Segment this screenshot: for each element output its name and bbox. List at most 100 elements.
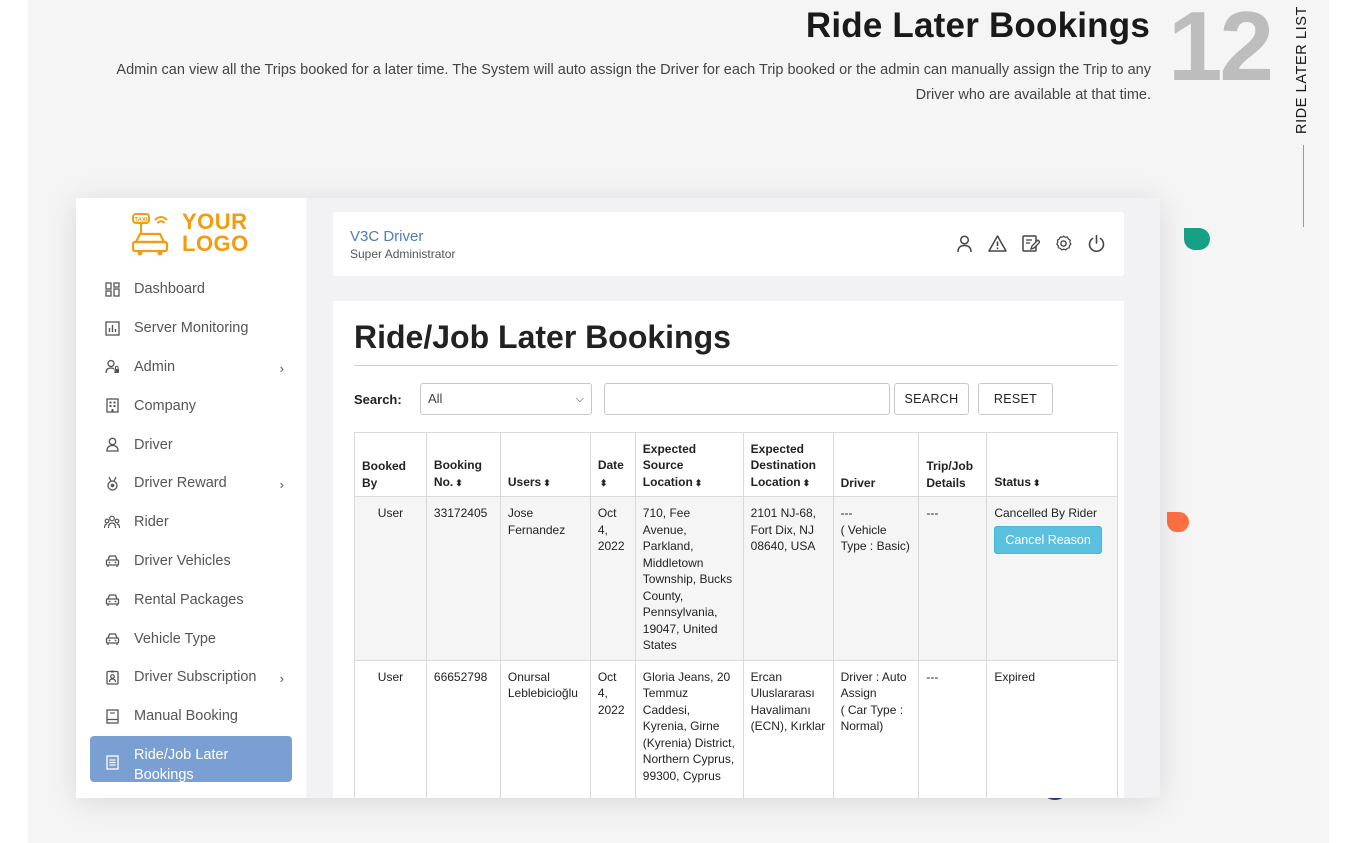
sidebar-item-ride-later-bookings[interactable]: Ride/Job Later Bookings bbox=[90, 735, 292, 783]
status-text: Expired bbox=[994, 669, 1035, 684]
medal-icon bbox=[104, 475, 120, 491]
cell-user: Jose Fernandez bbox=[499, 496, 591, 661]
cell-source: 710, Fee Avenue, Parkland, Middletown To… bbox=[634, 496, 744, 661]
sidebar-item-label: Driver Vehicles bbox=[134, 552, 231, 569]
sidebar-item-rider[interactable]: Rider bbox=[90, 503, 292, 542]
col-header-trip-details: Trip/Job Details bbox=[918, 432, 988, 497]
building-icon bbox=[104, 398, 120, 414]
sort-icon[interactable]: ⬍ bbox=[600, 478, 608, 488]
sidebar-item-label: Rental Packages bbox=[134, 591, 244, 608]
main-content: Ride/Job Later Bookings Search: All ⌵ SE… bbox=[333, 301, 1124, 798]
sidebar-item-rental-packages[interactable]: Rental Packages bbox=[90, 580, 292, 619]
col-header-users[interactable]: Users ⬍ bbox=[499, 432, 591, 497]
users-icon bbox=[104, 514, 120, 530]
col-header-date[interactable]: Date ⬍ bbox=[589, 432, 636, 497]
top-header: V3C Driver Super Administrator bbox=[333, 212, 1124, 276]
col-header-booked-by: Booked By bbox=[354, 432, 427, 497]
cell-status: Expired bbox=[986, 659, 1118, 798]
dashboard-icon bbox=[104, 281, 120, 297]
search-button[interactable]: SEARCH bbox=[894, 383, 969, 415]
side-divider bbox=[1303, 145, 1304, 227]
cell-booked-by: User bbox=[354, 659, 427, 798]
cell-date: Oct 4, 2022 bbox=[589, 659, 636, 798]
sidebar-item-label: Driver Subscription bbox=[134, 669, 257, 686]
chevron-down-icon: ⌵ bbox=[575, 393, 584, 405]
profile-user-icon[interactable] bbox=[955, 234, 974, 253]
chevron-right-icon: › bbox=[279, 360, 284, 376]
cell-booking-no: 66652798 bbox=[425, 659, 501, 798]
sidebar: TAXI YOUR LOGO Dashboard Server Monitori… bbox=[76, 198, 306, 798]
user-icon bbox=[104, 437, 120, 453]
sidebar-item-manual-booking[interactable]: Manual Booking bbox=[90, 697, 292, 736]
sidebar-item-label: Driver bbox=[134, 436, 173, 453]
cell-destination: Ercan Uluslararası Havalimanı (ECN), Kır… bbox=[742, 659, 834, 798]
col-header-destination[interactable]: Expected Destination Location ⬍ bbox=[742, 432, 834, 497]
list-icon bbox=[104, 755, 120, 771]
cell-booked-by: User bbox=[354, 496, 427, 661]
sidebar-item-driver-reward[interactable]: Driver Reward › bbox=[90, 464, 292, 503]
reset-button[interactable]: RESET bbox=[978, 383, 1053, 415]
bar-chart-icon bbox=[104, 320, 120, 336]
admin-app-window: TAXI YOUR LOGO Dashboard Server Monitori… bbox=[76, 198, 1160, 798]
user-role: Super Administrator bbox=[350, 247, 456, 261]
id-badge-icon bbox=[104, 669, 120, 685]
col-header-booking-no[interactable]: Booking No. ⬍ bbox=[425, 432, 501, 497]
decorative-dot-green bbox=[1184, 228, 1210, 250]
sidebar-item-dashboard[interactable]: Dashboard bbox=[90, 270, 292, 309]
decorative-dot-orange bbox=[1167, 512, 1189, 532]
col-header-status[interactable]: Status ⬍ bbox=[986, 432, 1118, 497]
user-lock-icon bbox=[104, 359, 120, 375]
power-icon[interactable] bbox=[1087, 234, 1106, 253]
feature-title: Ride Later Bookings bbox=[805, 6, 1150, 45]
sidebar-item-server-monitoring[interactable]: Server Monitoring bbox=[90, 309, 292, 348]
cell-status: Cancelled By Rider Cancel Reason bbox=[986, 496, 1118, 661]
cell-driver: Driver : Auto Assign( Car Type : Normal) bbox=[832, 659, 920, 798]
sidebar-item-driver[interactable]: Driver bbox=[90, 425, 292, 464]
chevron-right-icon: › bbox=[279, 670, 284, 686]
cell-trip-details: --- bbox=[918, 659, 988, 798]
car-icon bbox=[104, 553, 120, 569]
cell-trip-details: --- bbox=[918, 496, 988, 661]
feature-side-label: RIDE LATER LIST bbox=[1294, 6, 1310, 134]
sidebar-item-label: Manual Booking bbox=[134, 708, 238, 725]
sidebar-item-label: Server Monitoring bbox=[134, 320, 249, 337]
status-text: Cancelled By Rider bbox=[994, 506, 1098, 520]
table-header-row: Booked By Booking No. ⬍ Users ⬍ Date ⬍ Expe… bbox=[354, 432, 1118, 497]
search-filter-select[interactable]: All ⌵ bbox=[420, 383, 592, 415]
sort-icon[interactable]: ⬍ bbox=[695, 478, 703, 488]
feature-description: Admin can view all the Trips booked for … bbox=[116, 62, 1151, 103]
sidebar-item-label: Admin bbox=[134, 358, 176, 375]
col-header-driver: Driver bbox=[832, 432, 920, 497]
cell-destination: 2101 NJ-68, Fort Dix, NJ 08640, USA bbox=[742, 496, 834, 661]
edit-icon[interactable] bbox=[1021, 234, 1040, 253]
app-name: V3C Driver bbox=[350, 228, 424, 245]
logo-text: YOUR LOGO bbox=[182, 209, 249, 256]
bookings-table: Booked By Booking No. ⬍ Users ⬍ Date ⬍ Expe… bbox=[354, 432, 1118, 798]
search-input[interactable] bbox=[604, 383, 890, 415]
col-header-source[interactable]: Expected Source Location ⬍ bbox=[634, 432, 744, 497]
sort-icon[interactable]: ⬍ bbox=[803, 478, 811, 488]
sidebar-item-label: Ride/Job Later Bookings bbox=[134, 746, 229, 783]
cancel-reason-button[interactable]: Cancel Reason bbox=[994, 525, 1102, 554]
header-actions bbox=[955, 234, 1106, 253]
warning-icon[interactable] bbox=[988, 234, 1007, 253]
sidebar-item-driver-subscription[interactable]: Driver Subscription › bbox=[90, 658, 292, 697]
cell-driver: ---( Vehicle Type : Basic) bbox=[832, 496, 920, 661]
table-row: User 33172405 Jose Fernandez Oct 4, 2022… bbox=[354, 496, 1118, 661]
sidebar-item-driver-vehicles[interactable]: Driver Vehicles bbox=[90, 542, 292, 581]
sidebar-item-company[interactable]: Company bbox=[90, 386, 292, 425]
car-icon bbox=[104, 631, 120, 647]
logo[interactable]: TAXI YOUR LOGO bbox=[128, 210, 258, 258]
sort-icon[interactable]: ⬍ bbox=[1033, 478, 1041, 488]
feature-number: 12 bbox=[1168, 0, 1274, 101]
svg-text:TAXI: TAXI bbox=[134, 218, 148, 224]
sidebar-item-vehicle-type[interactable]: Vehicle Type bbox=[90, 619, 292, 658]
sort-icon[interactable]: ⬍ bbox=[543, 478, 551, 488]
sort-icon[interactable]: ⬍ bbox=[455, 478, 463, 488]
book-icon bbox=[104, 708, 120, 724]
sidebar-item-admin[interactable]: Admin › bbox=[90, 348, 292, 387]
sidebar-nav: Dashboard Server Monitoring Admin › Comp… bbox=[90, 270, 292, 783]
taxi-logo-icon: TAXI bbox=[131, 213, 169, 256]
page-title: Ride/Job Later Bookings bbox=[354, 319, 731, 355]
settings-icon[interactable] bbox=[1054, 234, 1073, 253]
